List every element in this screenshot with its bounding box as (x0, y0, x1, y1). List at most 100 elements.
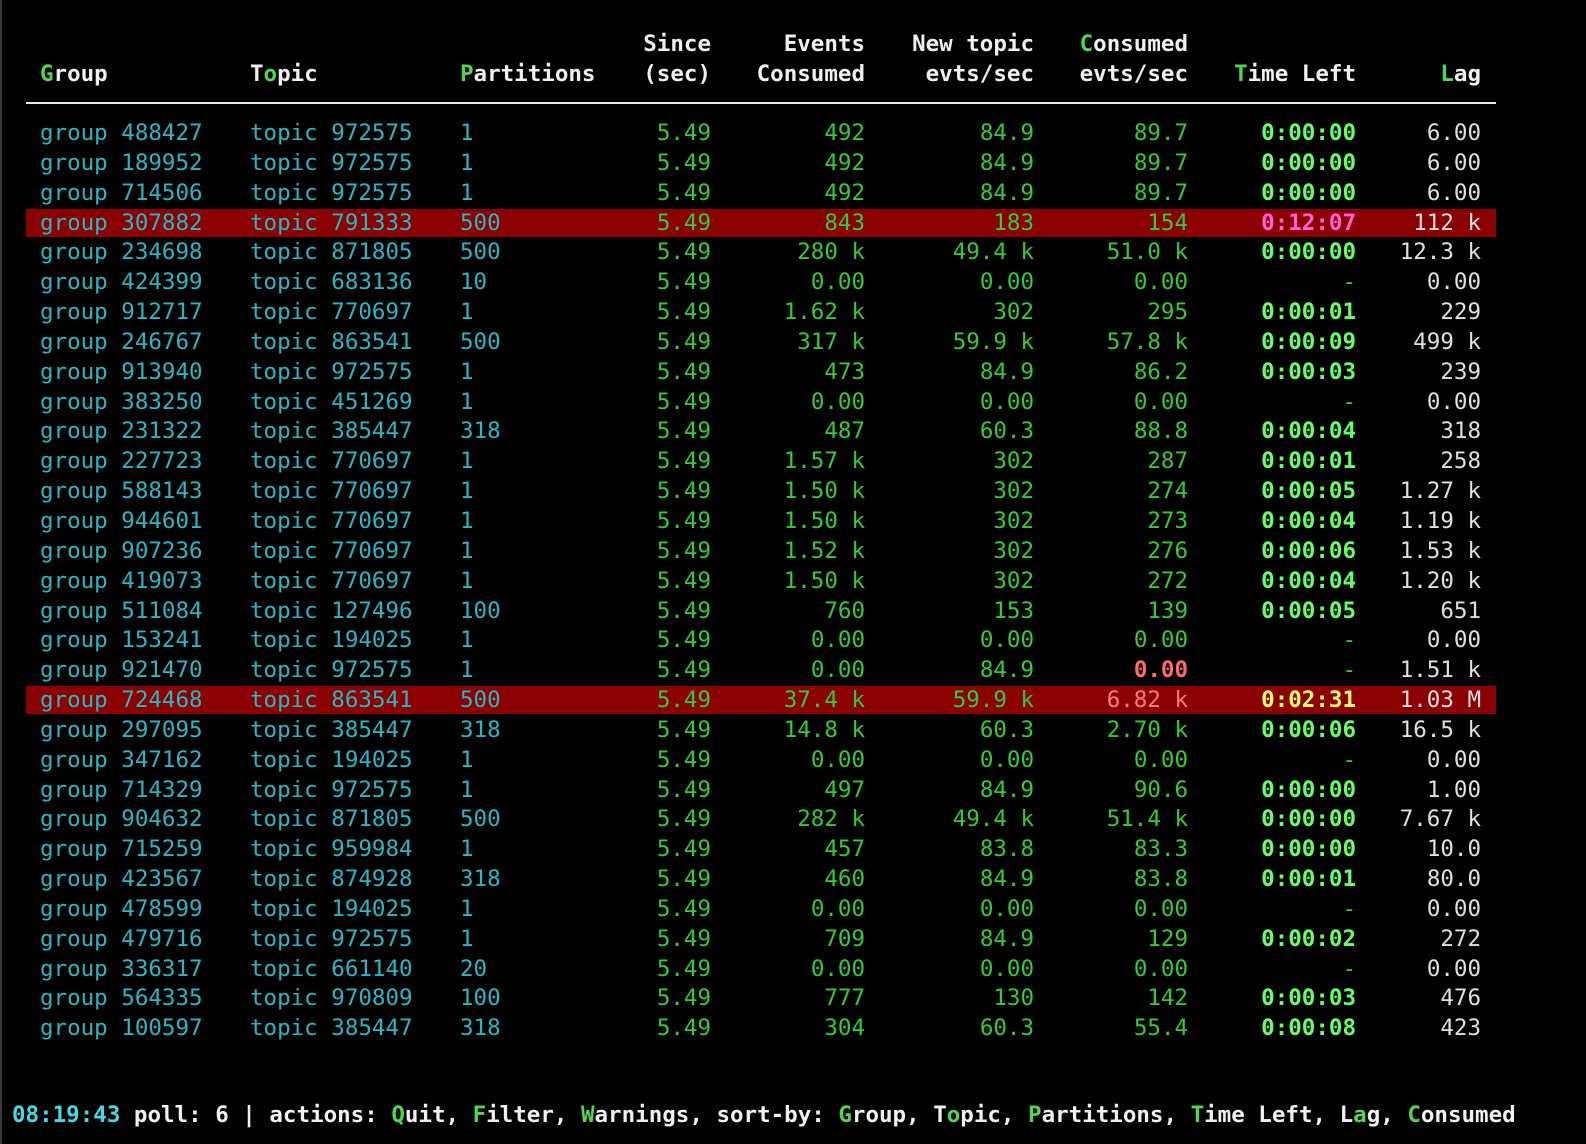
action-warnings[interactable]: Warnings, (581, 1102, 703, 1128)
header-lag-hotkey: L (1440, 61, 1454, 87)
time-left-cell: 0:00:04 (1261, 567, 1356, 594)
partitions-cell: 1 (460, 776, 474, 803)
table-row[interactable]: group 189952 topic 972575 1 5.49 492 84.9 89.7… (0, 148, 1586, 178)
topic-cell: topic 972575 (250, 776, 413, 803)
partitions-cell: 1 (460, 925, 474, 952)
sort-topic[interactable]: Topic, (933, 1102, 1014, 1128)
sort-group[interactable]: Group, (838, 1102, 919, 1128)
group-cell: group 912717 (40, 299, 203, 326)
table-row[interactable]: group 100597 topic 385447 318 5.49 304 60.3 55… (0, 1013, 1586, 1043)
table-row[interactable]: group 231322 topic 385447 318 5.49 487 60.3 88… (0, 416, 1586, 446)
partitions-cell: 1 (460, 388, 474, 415)
partitions-cell: 1 (460, 358, 474, 385)
table-row[interactable]: group 347162 topic 194025 1 5.49 0.00 0.00 0.0… (0, 745, 1586, 775)
table-row[interactable]: group 714329 topic 972575 1 5.49 497 84.9 90.6… (0, 775, 1586, 805)
since-cell: 5.49 (656, 269, 711, 296)
table-row[interactable]: group 907236 topic 770697 1 5.49 1.52 k 302 27… (0, 536, 1586, 566)
table-row[interactable]: group 419073 topic 770697 1 5.49 1.50 k 302 27… (0, 566, 1586, 596)
table-row[interactable]: group 383250 topic 451269 1 5.49 0.00 0.00 0.0… (0, 387, 1586, 417)
since-cell: 5.49 (656, 776, 711, 803)
table-row[interactable]: group 424399 topic 683136 10 5.49 0.00 0.00 0.… (0, 267, 1586, 297)
table-row[interactable]: group 488427 topic 972575 1 5.49 492 84.9 89.7… (0, 118, 1586, 148)
new-topic-rate-cell: 83.8 (979, 836, 1034, 863)
group-cell: group 724468 (40, 687, 203, 714)
since-cell: 5.49 (656, 448, 711, 475)
header-partitions[interactable]: Partitions (460, 59, 595, 89)
header-lag[interactable]: Lag (1440, 59, 1481, 89)
table-row[interactable]: group 564335 topic 970809 100 5.49 777 130 142… (0, 983, 1586, 1013)
time-left-cell: - (1342, 627, 1356, 654)
table-row[interactable]: group 714506 topic 972575 1 5.49 492 84.9 89.7… (0, 178, 1586, 208)
table-row[interactable]: group 479716 topic 972575 1 5.49 709 84.9 129 0… (0, 924, 1586, 954)
sort-partitions[interactable]: Partitions, (1028, 1102, 1177, 1128)
table-row[interactable]: group 904632 topic 871805 500 5.49 282 k 49.4… (0, 804, 1586, 834)
lag-cell: 499 k (1413, 328, 1481, 355)
lag-cell: 1.20 k (1399, 567, 1481, 594)
events-consumed-cell: 317 k (797, 328, 865, 355)
group-cell: group 921470 (40, 657, 203, 684)
sort-time-left[interactable]: Time Left, (1191, 1102, 1326, 1128)
time-left-cell: 0:12:07 (1261, 209, 1356, 236)
consumed-rate-cell: 0.00 (1133, 746, 1188, 773)
new-topic-rate-cell: 84.9 (979, 657, 1034, 684)
consumed-rate-cell: 142 (1147, 985, 1188, 1012)
since-cell: 5.49 (656, 537, 711, 564)
lag-cell: 1.27 k (1399, 478, 1481, 505)
table-row[interactable]: group 478599 topic 194025 1 5.49 0.00 0.00 0.0… (0, 894, 1586, 924)
table-row[interactable]: group 511084 topic 127496 100 5.49 760 153 139… (0, 596, 1586, 626)
header-timeleft[interactable]: Time Left (1234, 59, 1356, 89)
table-row[interactable]: group 921470 topic 972575 1 5.49 0.00 84.9 0.0… (0, 655, 1586, 685)
consumed-rate-cell: 129 (1147, 925, 1188, 952)
topic-cell: topic 451269 (250, 388, 413, 415)
header-consumed-line1[interactable]: Consumed (1080, 29, 1188, 59)
topic-cell: topic 194025 (250, 746, 413, 773)
table-row[interactable]: group 944601 topic 770697 1 5.49 1.50 k 302 27… (0, 506, 1586, 536)
table-row-warning[interactable]: group 307882 topic 791333 500 5.49 843 183 154… (0, 208, 1586, 238)
topic-cell: topic 863541 (250, 687, 413, 714)
since-cell: 5.49 (656, 836, 711, 863)
group-cell: group 347162 (40, 746, 203, 773)
header-group[interactable]: Group (40, 59, 108, 89)
consumed-rate-cell: 55.4 (1133, 1015, 1188, 1042)
sort-label: roup, (851, 1102, 920, 1128)
lag-cell: 80.0 (1426, 866, 1481, 893)
since-cell: 5.49 (656, 597, 711, 624)
table-row[interactable]: group 336317 topic 661140 20 5.49 0.00 0.00 0.… (0, 954, 1586, 984)
consumed-rate-cell: 295 (1147, 299, 1188, 326)
group-cell: group 904632 (40, 806, 203, 833)
table-row[interactable]: group 227723 topic 770697 1 5.49 1.57 k 302 28… (0, 446, 1586, 476)
table-row[interactable]: group 715259 topic 959984 1 5.49 457 83.8 83.3… (0, 834, 1586, 864)
table-row[interactable]: group 913940 topic 972575 1 5.49 473 84.9 86.2… (0, 357, 1586, 387)
group-cell: group 913940 (40, 358, 203, 385)
table-row[interactable]: group 153241 topic 194025 1 5.49 0.00 0.00 0.0… (0, 625, 1586, 655)
table-row[interactable]: group 912717 topic 770697 1 5.49 1.62 k 302 29… (0, 297, 1586, 327)
new-topic-rate-cell: 60.3 (979, 716, 1034, 743)
action-label: ilter, (486, 1102, 568, 1128)
topic-cell: topic 770697 (250, 537, 413, 564)
action-quit[interactable]: Quit, (391, 1102, 459, 1128)
action-filter[interactable]: Filter, (473, 1102, 568, 1128)
table-row[interactable]: group 246767 topic 863541 500 5.49 317 k 59.9… (0, 327, 1586, 357)
time-left-cell: 0:00:00 (1261, 149, 1356, 176)
since-cell: 5.49 (656, 328, 711, 355)
sort-lag[interactable]: Lag, (1340, 1102, 1394, 1128)
events-consumed-cell: 1.57 k (783, 448, 865, 475)
table-row[interactable]: group 423567 topic 874928 318 5.49 460 84.9 83… (0, 864, 1586, 894)
consumed-rate-cell: 90.6 (1133, 776, 1188, 803)
table-row[interactable]: group 297095 topic 385447 318 5.49 14.8 k 60.… (0, 715, 1586, 745)
status-actions-label: actions: (269, 1102, 378, 1128)
time-left-cell: 0:00:00 (1261, 120, 1356, 146)
topic-cell: topic 385447 (250, 716, 413, 743)
topic-cell: topic 972575 (250, 120, 413, 146)
header-topic[interactable]: Topic (250, 59, 318, 89)
group-cell: group 189952 (40, 149, 203, 176)
sort-consumed[interactable]: Consumed (1407, 1102, 1515, 1128)
table-row[interactable]: group 234698 topic 871805 500 5.49 280 k 49.4… (0, 237, 1586, 267)
table-row-warning[interactable]: group 724468 topic 863541 500 5.49 37.4 k 59.… (0, 685, 1586, 715)
sort-label: pic, (960, 1102, 1015, 1128)
lag-cell: 476 (1440, 985, 1481, 1012)
group-cell: group 234698 (40, 239, 203, 266)
topic-cell: topic 871805 (250, 239, 413, 266)
events-consumed-cell: 777 (824, 985, 865, 1012)
table-row[interactable]: group 588143 topic 770697 1 5.49 1.50 k 302 27… (0, 476, 1586, 506)
